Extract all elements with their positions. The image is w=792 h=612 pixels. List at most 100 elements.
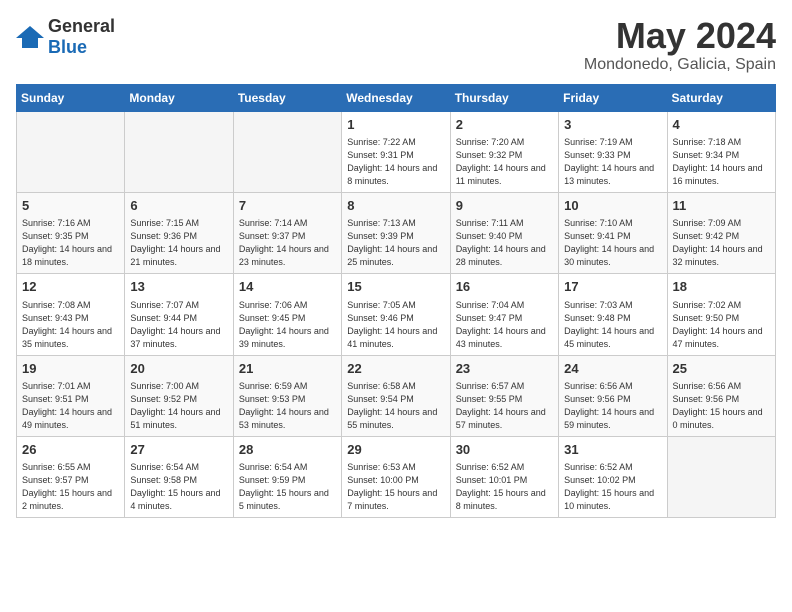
day-info: Sunrise: 7:15 AMSunset: 9:36 PMDaylight:… <box>130 217 227 269</box>
calendar-table: SundayMondayTuesdayWednesdayThursdayFrid… <box>16 84 776 519</box>
day-info: Sunrise: 7:00 AMSunset: 9:52 PMDaylight:… <box>130 380 227 432</box>
calendar-cell: 3 Sunrise: 7:19 AMSunset: 9:33 PMDaylight… <box>559 111 667 192</box>
day-info: Sunrise: 7:03 AMSunset: 9:48 PMDaylight:… <box>564 299 661 351</box>
day-number: 9 <box>456 197 553 215</box>
day-number: 11 <box>673 197 770 215</box>
calendar-cell: 25 Sunrise: 6:56 AMSunset: 9:56 PMDayligh… <box>667 355 775 436</box>
day-number: 6 <box>130 197 227 215</box>
day-number: 4 <box>673 116 770 134</box>
day-info: Sunrise: 7:10 AMSunset: 9:41 PMDaylight:… <box>564 217 661 269</box>
weekday-header-cell: Friday <box>559 84 667 111</box>
day-number: 25 <box>673 360 770 378</box>
day-number: 19 <box>22 360 119 378</box>
month-title: May 2024 <box>584 16 776 56</box>
day-number: 17 <box>564 278 661 296</box>
calendar-body: 1 Sunrise: 7:22 AMSunset: 9:31 PMDaylight… <box>17 111 776 518</box>
day-number: 3 <box>564 116 661 134</box>
day-number: 27 <box>130 441 227 459</box>
calendar-cell: 23 Sunrise: 6:57 AMSunset: 9:55 PMDayligh… <box>450 355 558 436</box>
logo-text: General Blue <box>48 16 115 58</box>
day-number: 29 <box>347 441 444 459</box>
logo: General Blue <box>16 16 115 58</box>
calendar-week-row: 1 Sunrise: 7:22 AMSunset: 9:31 PMDaylight… <box>17 111 776 192</box>
calendar-cell: 11 Sunrise: 7:09 AMSunset: 9:42 PMDayligh… <box>667 192 775 273</box>
calendar-cell: 29 Sunrise: 6:53 AMSunset: 10:00 PMDaylig… <box>342 437 450 518</box>
title-block: May 2024 Mondonedo, Galicia, Spain <box>584 16 776 74</box>
day-info: Sunrise: 7:20 AMSunset: 9:32 PMDaylight:… <box>456 136 553 188</box>
calendar-week-row: 5Sunrise: 7:16 AMSunset: 9:35 PMDaylight… <box>17 192 776 273</box>
day-number: 15 <box>347 278 444 296</box>
day-info: Sunrise: 7:09 AMSunset: 9:42 PMDaylight:… <box>673 217 770 269</box>
day-info: Sunrise: 6:54 AMSunset: 9:59 PMDaylight:… <box>239 461 336 513</box>
day-info: Sunrise: 7:05 AMSunset: 9:46 PMDaylight:… <box>347 299 444 351</box>
day-info: Sunrise: 6:58 AMSunset: 9:54 PMDaylight:… <box>347 380 444 432</box>
day-number: 28 <box>239 441 336 459</box>
day-info: Sunrise: 7:22 AMSunset: 9:31 PMDaylight:… <box>347 136 444 188</box>
day-info: Sunrise: 7:19 AMSunset: 9:33 PMDaylight:… <box>564 136 661 188</box>
calendar-cell: 13 Sunrise: 7:07 AMSunset: 9:44 PMDayligh… <box>125 274 233 355</box>
calendar-cell: 28 Sunrise: 6:54 AMSunset: 9:59 PMDayligh… <box>233 437 341 518</box>
calendar-cell: 6 Sunrise: 7:15 AMSunset: 9:36 PMDaylight… <box>125 192 233 273</box>
day-number: 30 <box>456 441 553 459</box>
calendar-cell <box>17 111 125 192</box>
calendar-cell: 20 Sunrise: 7:00 AMSunset: 9:52 PMDayligh… <box>125 355 233 436</box>
day-info: Sunrise: 6:52 AMSunset: 10:01 PMDaylight… <box>456 461 553 513</box>
day-info: Sunrise: 7:06 AMSunset: 9:45 PMDaylight:… <box>239 299 336 351</box>
calendar-cell <box>667 437 775 518</box>
day-number: 2 <box>456 116 553 134</box>
day-number: 20 <box>130 360 227 378</box>
calendar-cell: 16Sunrise: 7:04 AMSunset: 9:47 PMDayligh… <box>450 274 558 355</box>
day-number: 14 <box>239 278 336 296</box>
weekday-header-row: SundayMondayTuesdayWednesdayThursdayFrid… <box>17 84 776 111</box>
day-number: 23 <box>456 360 553 378</box>
weekday-header-cell: Thursday <box>450 84 558 111</box>
day-number: 31 <box>564 441 661 459</box>
weekday-header-cell: Wednesday <box>342 84 450 111</box>
calendar-cell <box>233 111 341 192</box>
calendar-cell: 30 Sunrise: 6:52 AMSunset: 10:01 PMDaylig… <box>450 437 558 518</box>
weekday-header-cell: Saturday <box>667 84 775 111</box>
calendar-cell: 17 Sunrise: 7:03 AMSunset: 9:48 PMDayligh… <box>559 274 667 355</box>
day-info: Sunrise: 7:02 AMSunset: 9:50 PMDaylight:… <box>673 299 770 351</box>
day-info: Sunrise: 6:57 AMSunset: 9:55 PMDaylight:… <box>456 380 553 432</box>
day-info: Sunrise: 6:56 AMSunset: 9:56 PMDaylight:… <box>564 380 661 432</box>
location-title: Mondonedo, Galicia, Spain <box>584 56 776 74</box>
day-number: 26 <box>22 441 119 459</box>
calendar-cell: 15 Sunrise: 7:05 AMSunset: 9:46 PMDayligh… <box>342 274 450 355</box>
day-number: 13 <box>130 278 227 296</box>
calendar-cell: 14 Sunrise: 7:06 AMSunset: 9:45 PMDayligh… <box>233 274 341 355</box>
day-number: 12 <box>22 278 119 296</box>
day-info: Sunrise: 6:53 AMSunset: 10:00 PMDaylight… <box>347 461 444 513</box>
day-info: Sunrise: 7:18 AMSunset: 9:34 PMDaylight:… <box>673 136 770 188</box>
logo-icon <box>16 26 44 48</box>
day-info: Sunrise: 6:56 AMSunset: 9:56 PMDaylight:… <box>673 380 770 432</box>
day-info: Sunrise: 7:13 AMSunset: 9:39 PMDaylight:… <box>347 217 444 269</box>
weekday-header-cell: Sunday <box>17 84 125 111</box>
calendar-cell: 19 Sunrise: 7:01 AMSunset: 9:51 PMDayligh… <box>17 355 125 436</box>
calendar-cell <box>125 111 233 192</box>
calendar-cell: 22 Sunrise: 6:58 AMSunset: 9:54 PMDayligh… <box>342 355 450 436</box>
day-number: 18 <box>673 278 770 296</box>
day-info: Sunrise: 7:07 AMSunset: 9:44 PMDaylight:… <box>130 299 227 351</box>
day-info: Sunrise: 7:16 AMSunset: 9:35 PMDaylight:… <box>22 217 119 269</box>
day-number: 1 <box>347 116 444 134</box>
day-number: 21 <box>239 360 336 378</box>
calendar-week-row: 12Sunrise: 7:08 AMSunset: 9:43 PMDayligh… <box>17 274 776 355</box>
day-number: 24 <box>564 360 661 378</box>
weekday-header-cell: Tuesday <box>233 84 341 111</box>
page-header: General Blue May 2024 Mondonedo, Galicia… <box>16 16 776 74</box>
calendar-cell: 12Sunrise: 7:08 AMSunset: 9:43 PMDayligh… <box>17 274 125 355</box>
calendar-week-row: 19 Sunrise: 7:01 AMSunset: 9:51 PMDayligh… <box>17 355 776 436</box>
calendar-cell: 24 Sunrise: 6:56 AMSunset: 9:56 PMDayligh… <box>559 355 667 436</box>
calendar-cell: 4 Sunrise: 7:18 AMSunset: 9:34 PMDaylight… <box>667 111 775 192</box>
day-info: Sunrise: 7:11 AMSunset: 9:40 PMDaylight:… <box>456 217 553 269</box>
day-info: Sunrise: 6:59 AMSunset: 9:53 PMDaylight:… <box>239 380 336 432</box>
day-info: Sunrise: 7:01 AMSunset: 9:51 PMDaylight:… <box>22 380 119 432</box>
calendar-cell: 2 Sunrise: 7:20 AMSunset: 9:32 PMDaylight… <box>450 111 558 192</box>
calendar-cell: 27Sunrise: 6:54 AMSunset: 9:58 PMDayligh… <box>125 437 233 518</box>
day-info: Sunrise: 7:04 AMSunset: 9:47 PMDaylight:… <box>456 299 553 351</box>
calendar-cell: 21 Sunrise: 6:59 AMSunset: 9:53 PMDayligh… <box>233 355 341 436</box>
day-number: 22 <box>347 360 444 378</box>
calendar-week-row: 26 Sunrise: 6:55 AMSunset: 9:57 PMDayligh… <box>17 437 776 518</box>
day-info: Sunrise: 6:55 AMSunset: 9:57 PMDaylight:… <box>22 461 119 513</box>
